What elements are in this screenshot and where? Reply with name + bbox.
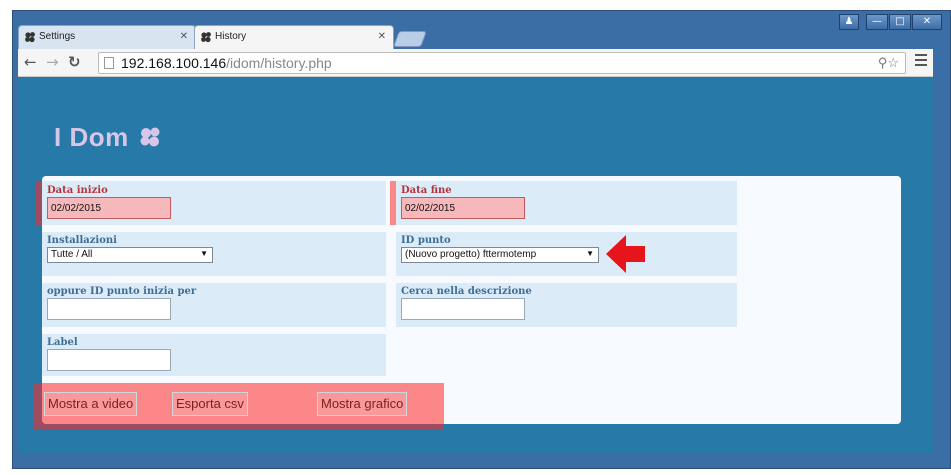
logo-text: I Dom (54, 122, 129, 152)
tab-settings[interactable]: Settings ✕ (18, 25, 196, 49)
cerca-input[interactable] (401, 298, 525, 320)
field-label: Label (42, 334, 386, 376)
page-viewport: I Dom Data inizio Data fine Installazion… (18, 78, 933, 453)
user-icon[interactable]: ♟ (839, 14, 859, 30)
new-tab-button[interactable] (393, 31, 427, 47)
flower-icon (25, 32, 35, 43)
installazioni-value: Tutte / All (51, 249, 93, 260)
menu-icon[interactable] (915, 54, 927, 66)
label-label: Label (47, 337, 78, 348)
close-tab-icon[interactable]: ✕ (378, 31, 386, 42)
id-punto-label: ID punto (401, 235, 451, 246)
close-tab-icon[interactable]: ✕ (180, 31, 188, 42)
installazioni-label: Installazioni (47, 235, 117, 246)
url-host: 192.168.100.146 (121, 55, 227, 71)
logo: I Dom (54, 122, 162, 153)
data-fine-input[interactable] (401, 197, 525, 219)
minimize-button[interactable]: — (866, 14, 888, 30)
page-icon (104, 57, 114, 69)
field-oppure-id: oppure ID punto inizia per (42, 283, 386, 327)
data-fine-label: Data fine (401, 185, 452, 196)
installazioni-select[interactable]: Tutte / All ▼ (47, 247, 213, 263)
flower-icon (140, 127, 160, 147)
data-inizio-label: Data inizio (47, 185, 108, 196)
maximize-button[interactable]: □ (889, 14, 911, 30)
dropdown-arrow-icon: ▼ (200, 249, 208, 258)
pointer-arrow-icon (606, 235, 645, 273)
window-controls: ♟ — □ ✕ (839, 14, 942, 30)
field-data-inizio: Data inizio (42, 182, 182, 224)
tab-title: History (215, 31, 247, 42)
flower-icon (201, 32, 211, 43)
data-inizio-input[interactable] (47, 197, 171, 219)
oppure-id-input[interactable] (47, 298, 171, 320)
field-id-punto: ID punto (Nuovo progetto) fttermotemp ▼ (396, 232, 737, 276)
history-form: Data inizio Data fine Installazioni Tutt… (34, 176, 901, 429)
close-window-button[interactable]: ✕ (912, 14, 942, 30)
mostra-video-button[interactable]: Mostra a video (44, 392, 138, 416)
tab-title: Settings (39, 31, 76, 42)
id-punto-value: (Nuovo progetto) fttermotemp (405, 249, 537, 260)
field-installazioni: Installazioni Tutte / All ▼ (42, 232, 386, 276)
cerca-label: Cerca nella descrizione (401, 286, 532, 297)
address-bar[interactable]: 192.168.100.146/idom/history.php ⚲☆ (98, 52, 906, 74)
browser-toolbar: ← → ↻ 192.168.100.146/idom/history.php ⚲… (18, 49, 933, 77)
dropdown-arrow-icon: ▼ (586, 249, 594, 258)
url-path: /idom/history.php (226, 55, 332, 71)
field-data-fine: Data fine (396, 182, 536, 224)
back-icon[interactable]: ← (24, 53, 37, 71)
forward-icon[interactable]: → (46, 53, 59, 71)
oppure-id-label: oppure ID punto inizia per (47, 286, 197, 297)
mostra-grafico-button[interactable]: Mostra grafico (317, 392, 408, 416)
zoom-star-icons[interactable]: ⚲☆ (878, 55, 899, 71)
id-punto-select[interactable]: (Nuovo progetto) fttermotemp ▼ (401, 247, 599, 263)
reload-icon[interactable]: ↻ (68, 53, 81, 71)
tab-history[interactable]: History ✕ (194, 25, 394, 50)
field-cerca: Cerca nella descrizione (396, 283, 737, 327)
label-input[interactable] (47, 349, 171, 371)
esporta-csv-button[interactable]: Esporta csv (172, 392, 248, 416)
